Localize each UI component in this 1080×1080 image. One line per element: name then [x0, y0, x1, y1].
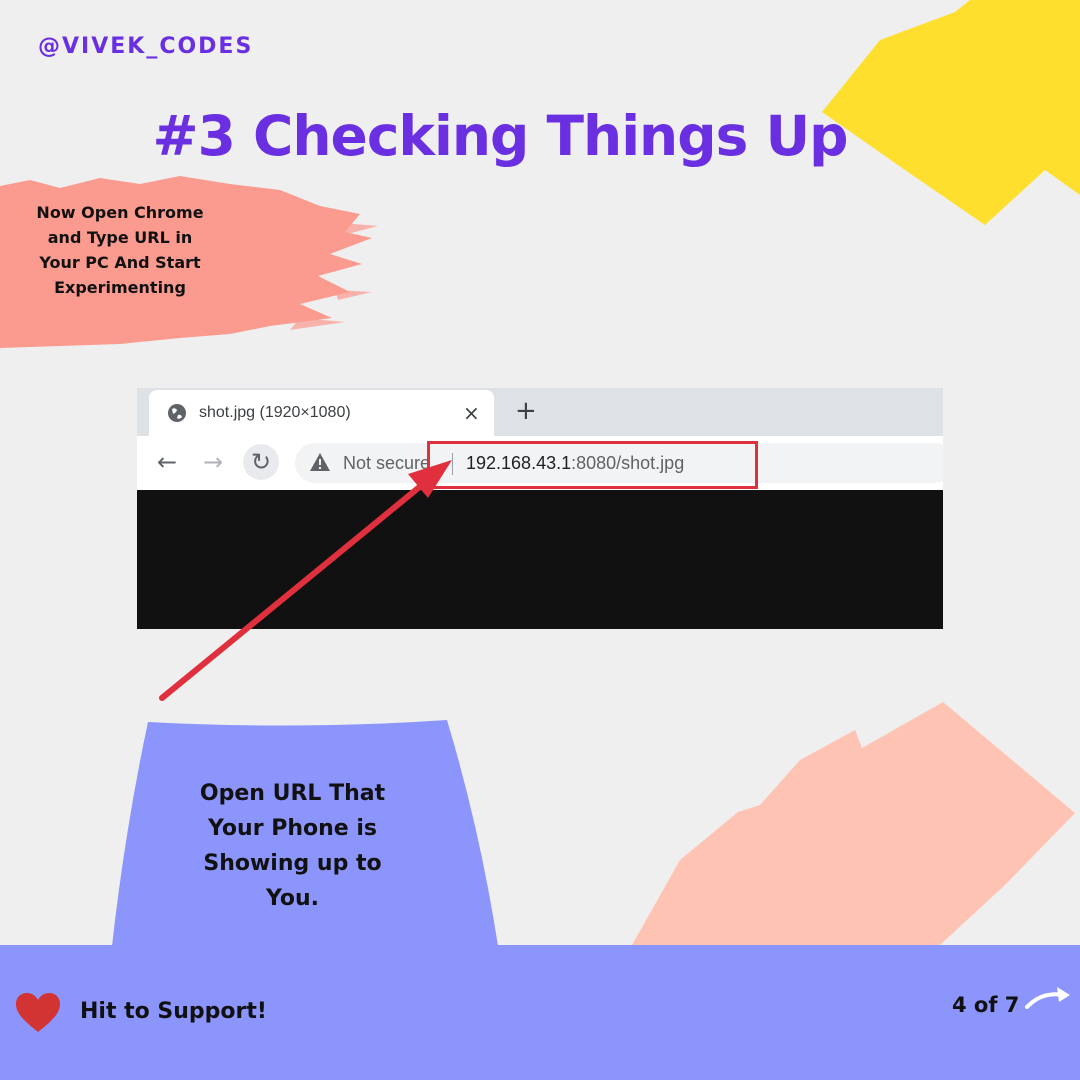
- pointer-arrow: [159, 460, 452, 701]
- support-text: Hit to Support!: [80, 999, 267, 1024]
- bottom-note: Open URL That Your Phone is Showing up t…: [199, 781, 386, 911]
- heart-icon[interactable]: [15, 992, 61, 1034]
- next-arrow-icon[interactable]: [1024, 983, 1072, 1013]
- footer-bar: Hit to Support! 4 of 7: [0, 945, 1080, 1080]
- page-count: 4 of 7: [952, 993, 1020, 1017]
